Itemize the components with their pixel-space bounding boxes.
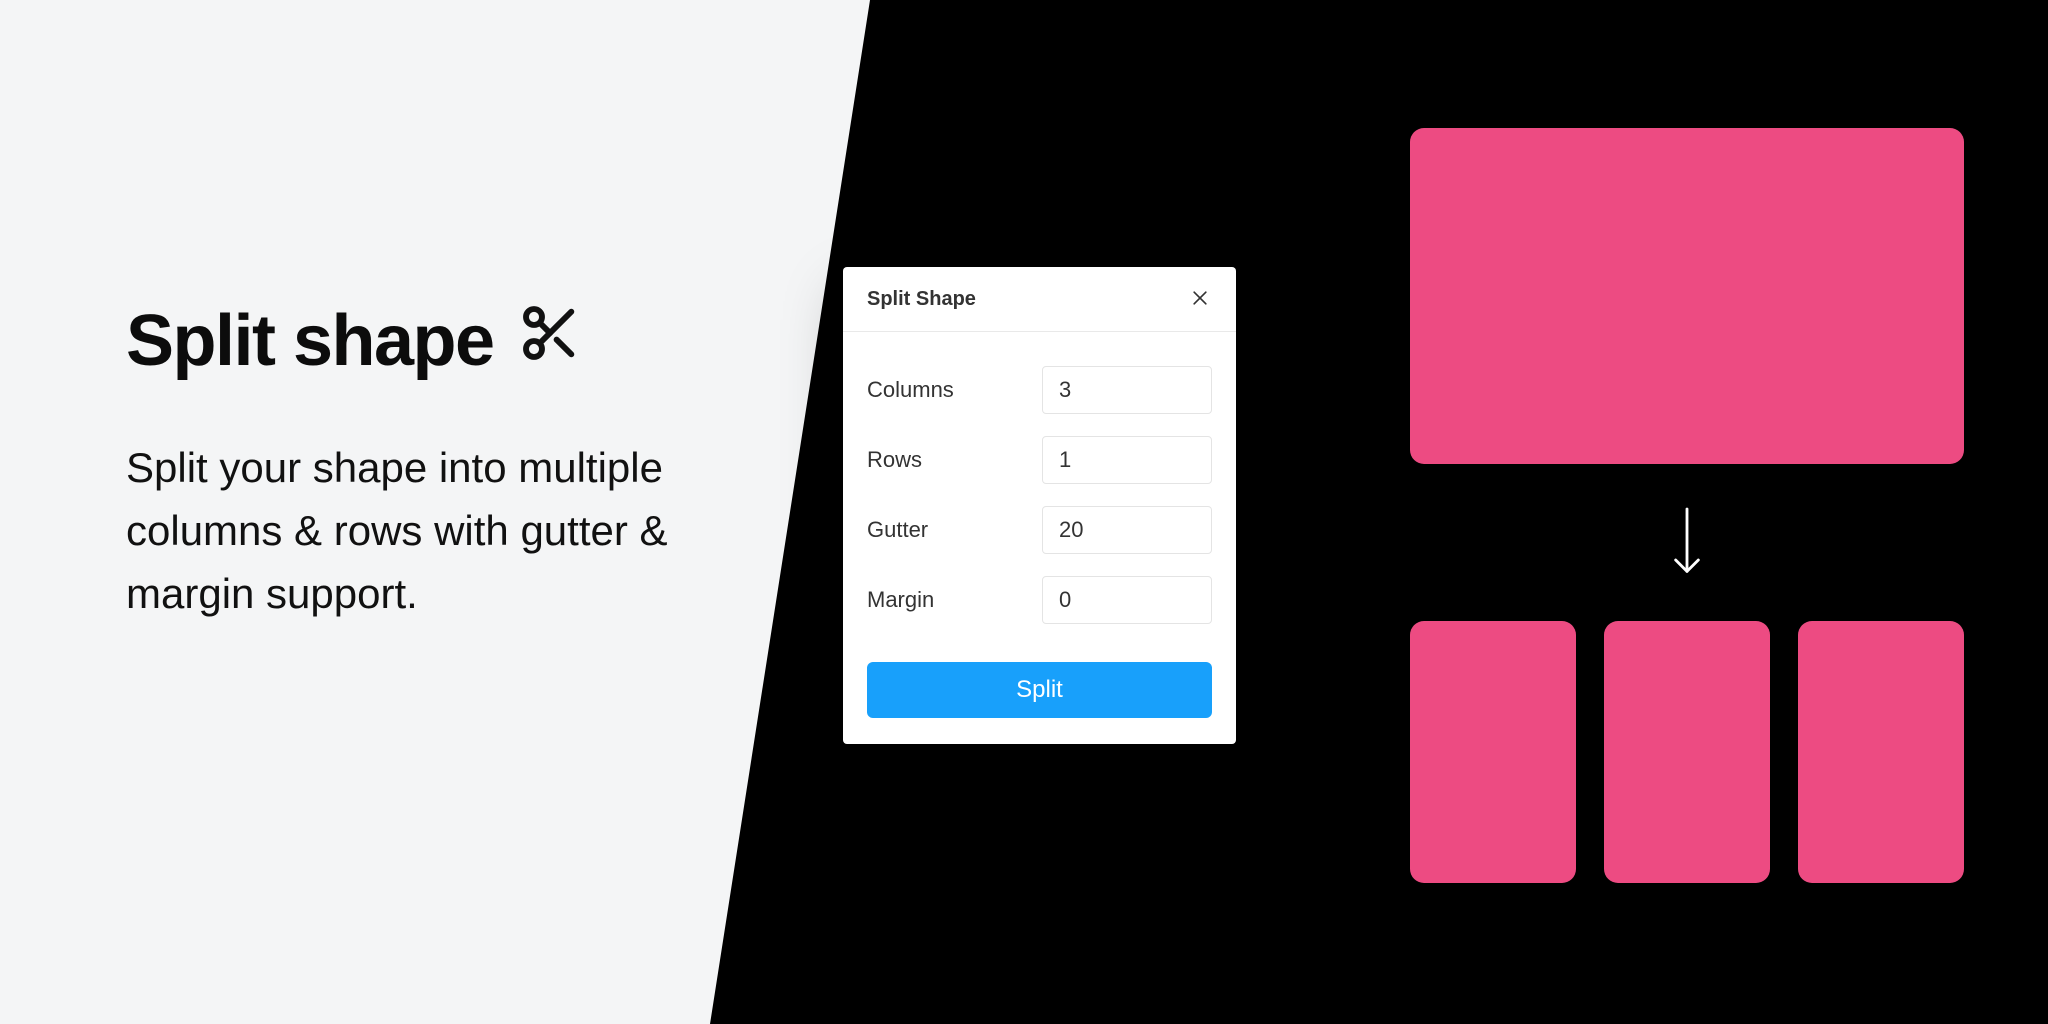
columns-input[interactable] xyxy=(1042,366,1212,414)
panel-title: Split Shape xyxy=(867,288,976,311)
arrow-down-icon xyxy=(1670,504,1704,587)
margin-input[interactable] xyxy=(1042,576,1212,624)
example-result-row xyxy=(1410,621,1964,883)
promo-stage: Split shape Split your shape into multip… xyxy=(0,0,2048,1024)
panel-header: Split Shape xyxy=(843,267,1236,332)
panel-body: Columns Rows Gutter Margin xyxy=(843,332,1236,654)
field-row-margin: Margin xyxy=(867,576,1212,624)
field-row-rows: Rows xyxy=(867,436,1212,484)
rows-label: Rows xyxy=(867,447,922,473)
promo-title: Split shape xyxy=(126,300,494,382)
gutter-label: Gutter xyxy=(867,517,928,543)
close-icon xyxy=(1190,288,1210,311)
example-illustration xyxy=(1410,128,1964,883)
gutter-input[interactable] xyxy=(1042,506,1212,554)
split-shape-panel: Split Shape Columns Rows Gutte xyxy=(843,267,1236,744)
close-button[interactable] xyxy=(1188,287,1212,311)
rows-input[interactable] xyxy=(1042,436,1212,484)
example-result-shape xyxy=(1798,621,1964,883)
columns-label: Columns xyxy=(867,377,954,403)
scissors-icon xyxy=(518,300,582,382)
promo-description: Split your shape into multiple columns &… xyxy=(126,436,766,625)
field-row-gutter: Gutter xyxy=(867,506,1212,554)
margin-label: Margin xyxy=(867,587,934,613)
split-button[interactable]: Split xyxy=(867,662,1212,718)
promo-title-row: Split shape xyxy=(126,300,766,382)
example-source-shape xyxy=(1410,128,1964,464)
example-result-shape xyxy=(1410,621,1576,883)
promo-copy: Split shape Split your shape into multip… xyxy=(126,300,766,625)
field-row-columns: Columns xyxy=(867,366,1212,414)
panel-footer: Split xyxy=(843,654,1236,744)
example-result-shape xyxy=(1604,621,1770,883)
